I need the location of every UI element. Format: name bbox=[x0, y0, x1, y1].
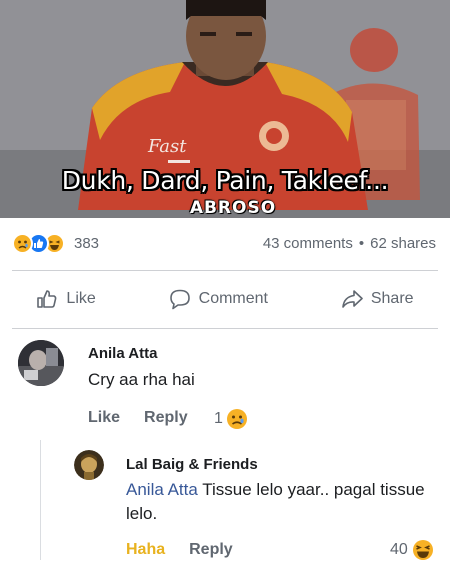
sad-emoji-icon bbox=[12, 232, 33, 254]
reply-reaction-count[interactable]: 40 bbox=[390, 539, 434, 561]
reply-haha-link[interactable]: Haha bbox=[126, 541, 165, 559]
avatar[interactable] bbox=[74, 450, 104, 480]
reply-text: Anila Atta Tissue lelo yaar.. pagal tiss… bbox=[126, 478, 436, 526]
reply-actions: Haha Reply bbox=[126, 541, 233, 559]
reply-reaction-number: 40 bbox=[390, 541, 408, 558]
reply-author[interactable]: Lal Baig & Friends bbox=[126, 456, 258, 473]
reply-mention[interactable]: Anila Atta bbox=[126, 480, 198, 499]
haha-emoji-icon bbox=[412, 540, 433, 560]
reply-item: Lal Baig & Friends Anila Atta Tissue lel… bbox=[0, 0, 450, 562]
reply-reply-link[interactable]: Reply bbox=[189, 541, 233, 559]
